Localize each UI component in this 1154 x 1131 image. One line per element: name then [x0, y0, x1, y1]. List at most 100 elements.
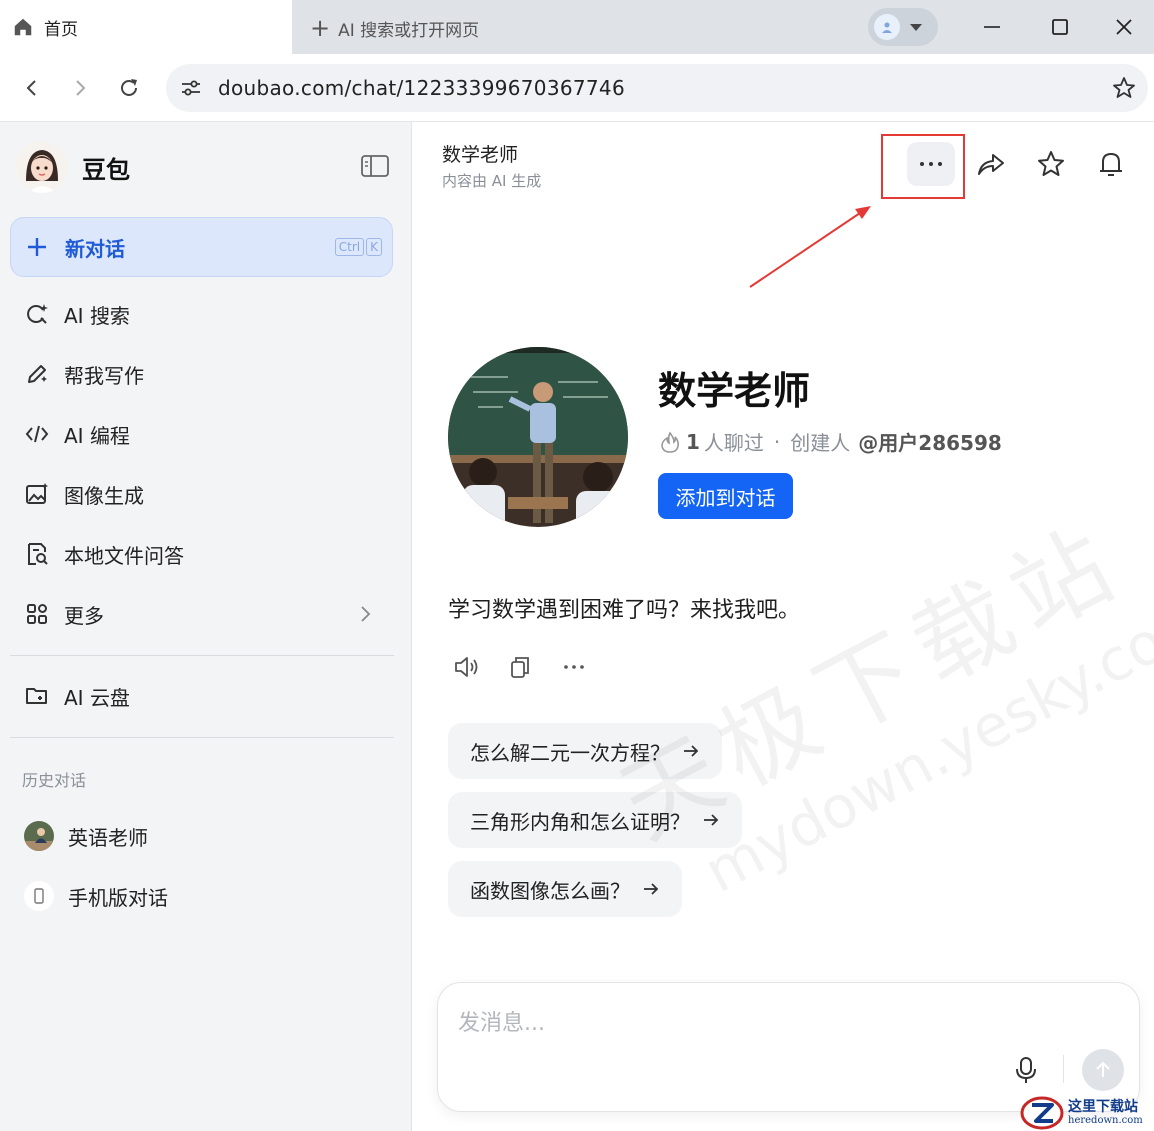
caret-down-icon [910, 23, 922, 31]
close-window-button[interactable] [1094, 0, 1154, 54]
history-item[interactable]: 手机版对话 [24, 876, 168, 916]
forward-button[interactable] [62, 70, 98, 106]
sidebar-item-label: 图像生成 [64, 483, 144, 508]
suggestion-label: 怎么解二元一次方程？ [470, 740, 670, 765]
watermark: 天极下载站 mydown.yesky.com [593, 458, 1154, 925]
brand[interactable]: 豆包 [16, 140, 130, 194]
cloud-folder-icon [24, 683, 50, 709]
english-teacher-avatar [24, 821, 54, 851]
send-button[interactable] [1082, 1049, 1124, 1091]
back-arrow-icon [26, 80, 36, 96]
divider [10, 655, 394, 656]
minimize-button[interactable] [958, 0, 1026, 54]
sidebar-item-coding[interactable]: AI 编程 [24, 414, 384, 454]
shortcut-hint: Ctrl K [334, 238, 382, 256]
annotation-arrow [749, 206, 871, 288]
suggestion-chip[interactable]: 函数图像怎么画？ [448, 861, 682, 917]
composer-separator [1063, 1055, 1064, 1083]
chat-count: 1 [686, 429, 700, 454]
more-dots-icon[interactable] [561, 654, 587, 680]
user-avatar-icon [874, 14, 900, 40]
browser-tab-bar: 首页 + AI 搜索或打开网页 [0, 0, 1154, 54]
sidebar: 豆包 新对话 Ctrl K AI 搜索 帮我写作 AI 编程 图像生成 本地文件… [0, 122, 412, 1131]
profile-button[interactable] [868, 8, 938, 46]
sidebar-item-file-qa[interactable]: 本地文件问答 [24, 534, 384, 574]
history-item[interactable]: 英语老师 [24, 816, 148, 856]
arrow-right-icon [684, 745, 699, 757]
suggestion-chip[interactable]: 怎么解二元一次方程？ [448, 723, 722, 779]
history-section-title: 历史对话 [22, 771, 87, 790]
url-field[interactable]: doubao.com/chat/12233399670367746 [166, 64, 1148, 112]
sidebar-collapse-icon[interactable] [360, 154, 390, 178]
pen-sparkle-icon [24, 361, 50, 387]
notification-bell-icon[interactable] [1095, 148, 1127, 180]
copy-icon[interactable] [507, 654, 533, 680]
chat-count-suffix: 人聊过 [703, 431, 764, 455]
sidebar-item-ai-cloud[interactable]: AI 云盘 [24, 676, 384, 716]
sidebar-item-label: 更多 [64, 603, 104, 628]
code-icon [24, 421, 50, 447]
annotation-highlight-box [881, 134, 965, 199]
back-button[interactable] [14, 70, 50, 106]
bookmark-star-icon[interactable] [1112, 76, 1136, 100]
favorite-star-icon[interactable] [1035, 148, 1067, 180]
divider [10, 737, 394, 738]
sidebar-item-label: AI 云盘 [64, 685, 130, 710]
site-settings-icon[interactable] [180, 77, 202, 99]
sidebar-item-label: 帮我写作 [64, 363, 144, 388]
minimize-icon [984, 26, 1000, 28]
sidebar-item-image-gen[interactable]: 图像生成 [24, 474, 384, 514]
creator-link[interactable]: @用户286598 [858, 427, 1002, 456]
sidebar-item-label: 本地文件问答 [64, 543, 184, 568]
tab-home[interactable]: 首页 [0, 0, 292, 54]
suggestion-label: 函数图像怎么画？ [470, 878, 630, 903]
tab-title: 首页 [44, 19, 78, 40]
composer-placeholder: 发消息... [458, 1011, 545, 1036]
mobile-phone-icon [24, 881, 54, 911]
fire-icon [661, 431, 679, 453]
new-tab-button[interactable]: + AI 搜索或打开网页 [310, 14, 479, 42]
arrow-right-icon [644, 883, 659, 895]
suggestion-chip[interactable]: 三角形内角和怎么证明？ [448, 792, 742, 848]
bot-name: 数学老师 [658, 369, 811, 413]
chat-header-subtitle: 内容由 AI 生成 [442, 172, 542, 190]
sidebar-item-label: AI 搜索 [64, 303, 130, 328]
plus-icon [28, 238, 46, 256]
sidebar-item-writing[interactable]: 帮我写作 [24, 354, 384, 394]
image-gen-icon [24, 481, 50, 507]
bot-meta: 1 人聊过 · 创建人 @用户286598 [660, 427, 1002, 456]
reload-button[interactable] [111, 70, 147, 106]
ai-search-icon [24, 301, 50, 327]
maximize-button[interactable] [1026, 0, 1094, 54]
message-composer[interactable]: 发消息... [437, 982, 1140, 1112]
site-logo-line2: heredown.com [1068, 1114, 1143, 1126]
home-icon [14, 18, 32, 36]
chevron-right-icon [361, 606, 371, 622]
sidebar-item-ai-search[interactable]: AI 搜索 [24, 294, 384, 334]
apps-grid-icon [24, 601, 50, 627]
chat-header-title: 数学老师 [442, 144, 519, 166]
new-chat-button[interactable]: 新对话 Ctrl K [10, 217, 393, 277]
z-logo-icon [1020, 1096, 1064, 1129]
creator-prefix: 创建人 [790, 431, 851, 455]
bot-avatar [448, 347, 628, 527]
shortcut-key-ctrl: Ctrl [334, 238, 365, 256]
speaker-icon[interactable] [453, 654, 479, 680]
microphone-icon[interactable] [1012, 1055, 1040, 1085]
add-to-chat-button[interactable]: 添加到对话 [658, 473, 793, 519]
sidebar-item-more[interactable]: 更多 [24, 594, 384, 634]
shortcut-key-k: K [366, 238, 382, 256]
history-item-label: 英语老师 [68, 825, 148, 850]
new-tab-label: AI 搜索或打开网页 [338, 20, 480, 41]
separator-dot: · [773, 429, 781, 454]
share-icon[interactable] [975, 148, 1007, 180]
reload-icon [121, 79, 137, 96]
bot-greeting-message: 学习数学遇到困难了吗？来找我吧。 [448, 598, 801, 623]
site-logo: 这里下载站 heredown.com [1020, 1094, 1154, 1131]
chat-main: 数学老师 内容由 AI 生成 数学老师 1 人聊过 · 创建人 @用户28659… [413, 122, 1154, 1131]
arrow-up-icon [1096, 1061, 1110, 1077]
arrow-right-icon [704, 814, 719, 826]
forward-arrow-icon [76, 80, 86, 96]
url-text: doubao.com/chat/12233399670367746 [218, 76, 625, 100]
watermark-line2: mydown.yesky.com [693, 580, 1154, 906]
